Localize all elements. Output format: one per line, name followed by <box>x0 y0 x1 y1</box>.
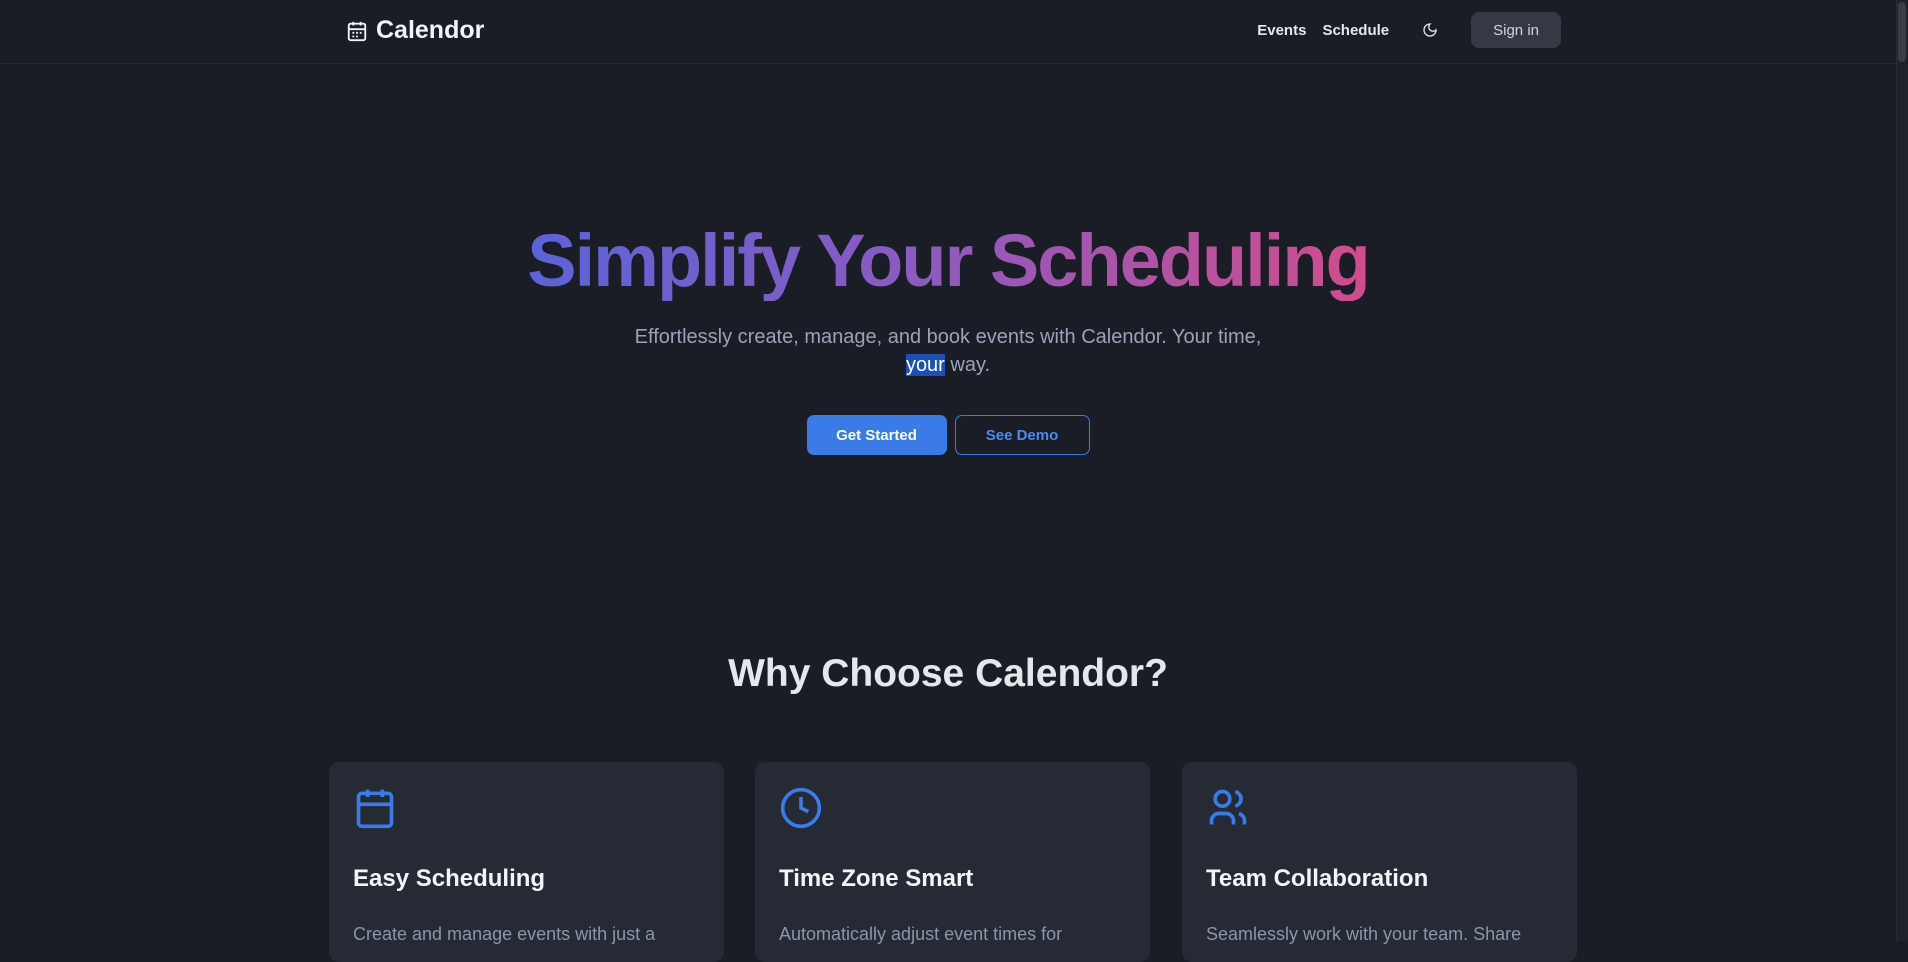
hero-title: Simplify Your Scheduling <box>527 219 1370 302</box>
feature-title: Easy Scheduling <box>353 865 546 892</box>
nav-link-events[interactable]: Events <box>1257 22 1306 39</box>
nav-link-schedule[interactable]: Schedule <box>1322 22 1389 39</box>
get-started-button[interactable]: Get Started <box>806 415 947 456</box>
feature-title: Time Zone Smart <box>779 865 974 892</box>
hero-subtitle: Effortlessly create, manage, and book ev… <box>598 323 1298 379</box>
see-demo-button[interactable]: See Demo <box>954 415 1090 456</box>
brand-logo[interactable]: Calendor <box>346 16 484 45</box>
feature-card-time-zone: Time Zone Smart Automatically adjust eve… <box>755 762 1150 962</box>
calendar-icon <box>347 21 367 41</box>
subtitle-text: Effortlessly create, manage, and book ev… <box>634 326 1262 349</box>
hero: Simplify Your Scheduling Effortlessly cr… <box>0 219 1896 456</box>
moon-icon <box>1423 23 1437 37</box>
feature-desc: Create and manage events with just a <box>353 924 656 944</box>
top-nav: Calendor Events Schedule Sign in <box>0 0 1896 64</box>
scrollbar-thumb[interactable] <box>1898 2 1906 62</box>
feature-desc: Automatically adjust event times for <box>779 924 1063 944</box>
calendar-icon <box>356 789 394 829</box>
page: Calendor Events Schedule Sign in Simplif… <box>0 0 1896 962</box>
features-heading: Why Choose Calendor? <box>728 652 1168 695</box>
selected-text: your <box>905 354 945 377</box>
clock-icon <box>780 787 822 829</box>
subtitle-text-end: way. <box>944 354 991 377</box>
feature-card-team: Team Collaboration Seamlessly work with … <box>1182 762 1577 962</box>
feature-title: Team Collaboration <box>1206 865 1429 892</box>
theme-toggle-button[interactable] <box>1415 15 1445 45</box>
scrollbar[interactable] <box>1896 0 1908 941</box>
feature-card-easy-scheduling: Easy Scheduling Create and manage events… <box>329 762 724 962</box>
users-icon <box>1209 789 1247 825</box>
feature-desc: Seamlessly work with your team. Share <box>1206 924 1522 944</box>
brand-name: Calendor <box>376 16 485 44</box>
sign-in-button[interactable]: Sign in <box>1471 12 1561 48</box>
